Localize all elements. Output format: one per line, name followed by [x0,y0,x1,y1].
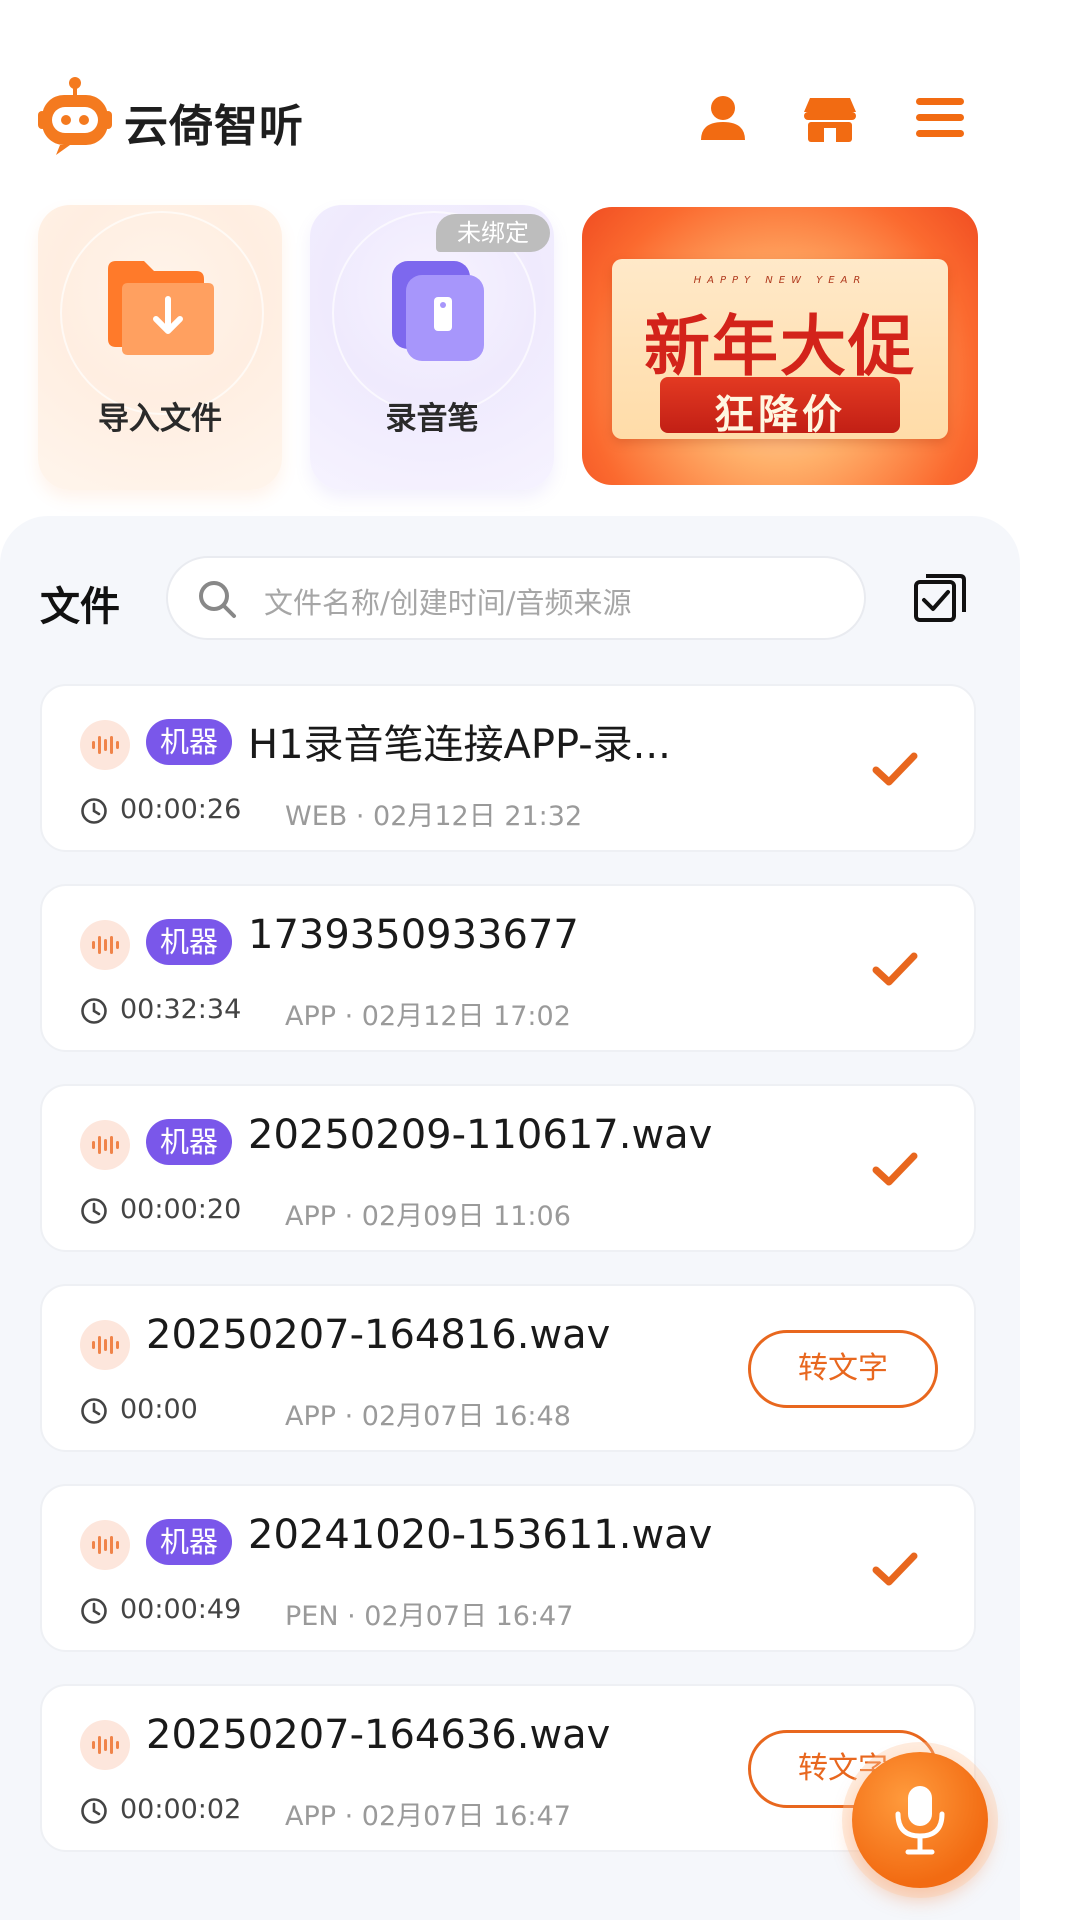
file-duration: 00:00:20 [120,1194,242,1225]
promo-subtitle: 狂降价 [714,392,846,438]
clock-icon [81,1798,107,1824]
top-bar: 云倚智听 [0,50,1080,180]
robot-logo-icon [38,77,112,155]
audio-wave-icon [80,1520,130,1570]
machine-tag: 机器 [146,1519,233,1565]
record-fab-button[interactable] [852,1752,988,1888]
machine-tag: 机器 [146,719,233,765]
file-meta: PEN · 02月07日 16:47 [285,1601,574,1632]
check-icon [872,952,918,986]
transcribe-button[interactable]: 转文字 [748,1330,938,1408]
app-title: 云倚智听 [124,101,304,152]
recorder-pen-label: 录音笔 [385,401,479,437]
file-meta: APP · 02月12日 17:02 [285,1001,571,1032]
search-input[interactable]: 文件名称/创建时间/音频来源 [166,556,866,640]
microphone-icon [895,1786,945,1855]
recorder-pen-icon [392,261,484,361]
file-name: 1739350933677 [248,912,579,958]
clock-icon [81,1598,107,1624]
audio-wave-icon [80,1320,130,1370]
clock-icon [81,1398,107,1424]
machine-tag: 机器 [146,1119,233,1165]
file-list-item[interactable]: 机器 20250209-110617.wav 00:00:20 APP · 02… [40,1084,976,1252]
folder-download-icon [108,261,214,355]
file-duration: 00:32:34 [120,994,242,1025]
clock-icon [81,998,107,1024]
import-file-card[interactable]: 导入文件 [38,205,282,490]
file-list-item[interactable]: 20250207-164816.wav 00:00 APP · 02月07日 1… [40,1284,976,1452]
file-meta: WEB · 02月12日 21:32 [285,801,583,832]
file-meta: APP · 02月07日 16:47 [285,1801,571,1832]
clock-icon [81,798,107,824]
file-name: 20250209-110617.wav [248,1112,713,1158]
check-icon [872,1152,918,1186]
file-meta: APP · 02月09日 11:06 [285,1201,571,1232]
menu-icon[interactable] [912,90,968,146]
files-title: 文件 [40,584,120,630]
file-name: 20250207-164816.wav [146,1312,611,1358]
user-icon[interactable] [695,90,751,146]
search-icon [199,581,236,618]
file-list-item[interactable]: 机器 1739350933677 00:32:34 APP · 02月12日 1… [40,884,976,1052]
file-list-item[interactable]: 机器 H1录音笔连接APP-录... 00:00:26 WEB · 02月12日… [40,684,976,852]
app-screen: 云倚智听 导入文件 录音笔 未绑定 HAPPY NEW YEAR 新年大促 狂降… [0,0,1080,1920]
file-name: H1录音笔连接APP-录... [248,722,671,768]
promo-happy-new-year: HAPPY NEW YEAR [693,275,867,286]
file-duration: 00:00 [120,1394,198,1425]
clock-icon [81,1198,107,1224]
file-name: 20241020-153611.wav [248,1512,713,1558]
audio-wave-icon [80,1720,130,1770]
store-icon[interactable] [802,90,858,146]
import-file-label: 导入文件 [98,401,222,437]
unbound-badge: 未绑定 [436,214,550,252]
multi-select-icon[interactable] [912,570,970,624]
check-icon [872,752,918,786]
promo-title: 新年大促 [644,308,916,385]
file-name: 20250207-164636.wav [146,1712,611,1758]
audio-wave-icon [80,720,130,770]
file-list-item[interactable]: 20250207-164636.wav 00:00:02 APP · 02月07… [40,1684,976,1852]
file-duration: 00:00:49 [120,1594,242,1625]
audio-wave-icon [80,1120,130,1170]
file-duration: 00:00:26 [120,794,242,825]
file-meta: APP · 02月07日 16:48 [285,1401,571,1432]
machine-tag: 机器 [146,919,233,965]
check-icon [872,1552,918,1586]
search-placeholder: 文件名称/创建时间/音频来源 [264,586,632,620]
audio-wave-icon [80,920,130,970]
file-duration: 00:00:02 [120,1794,242,1825]
new-year-promo-banner[interactable]: HAPPY NEW YEAR 新年大促 狂降价 [582,207,978,485]
file-list-item[interactable]: 机器 20241020-153611.wav 00:00:49 PEN · 02… [40,1484,976,1652]
